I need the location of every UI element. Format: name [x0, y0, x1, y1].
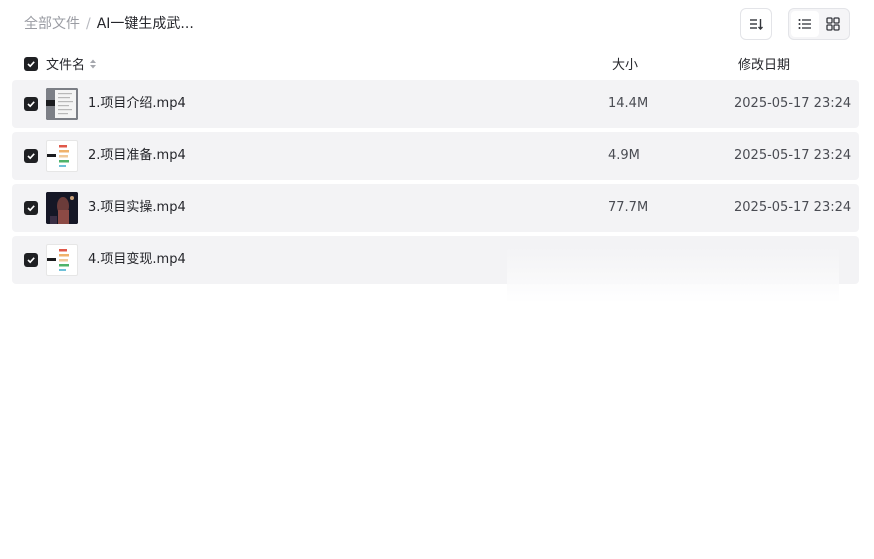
file-size: 4.9M: [608, 148, 640, 163]
view-toggle: [788, 8, 850, 40]
top-bar: 全部文件 / AI一键生成武...: [0, 0, 874, 48]
file-row[interactable]: 1.项目介绍.mp4 14.4M 2025-05-17 23:24: [12, 80, 859, 128]
check-icon: [27, 205, 35, 212]
file-row[interactable]: 3.项目实操.mp4 77.7M 2025-05-17 23:24: [12, 184, 859, 232]
column-header-size[interactable]: 大小: [612, 54, 638, 73]
check-icon: [27, 257, 35, 264]
file-date: 2025-05-17 23:24: [734, 200, 852, 215]
breadcrumb-root-link[interactable]: 全部文件: [24, 14, 80, 34]
check-icon: [27, 101, 35, 108]
row-checkbox[interactable]: [24, 253, 38, 267]
file-name[interactable]: 4.项目变现.mp4: [88, 251, 186, 269]
video-thumbnail: [46, 140, 78, 172]
file-date: 2025-05-17 23:24: [734, 96, 852, 111]
file-list-header: 文件名 大小 修改日期: [12, 52, 859, 76]
row-checkbox[interactable]: [24, 149, 38, 163]
select-all-checkbox[interactable]: [24, 57, 38, 71]
check-icon: [27, 61, 35, 68]
file-name[interactable]: 1.项目介绍.mp4: [88, 95, 186, 113]
breadcrumb-separator: /: [86, 16, 91, 32]
file-size: 14.4M: [608, 96, 649, 111]
sort-toggle-icon: [90, 59, 97, 68]
file-name[interactable]: 2.项目准备.mp4: [88, 147, 186, 165]
video-thumbnail: [46, 244, 78, 276]
grid-view-icon: [826, 17, 840, 31]
file-name[interactable]: 3.项目实操.mp4: [88, 199, 186, 217]
column-header-name[interactable]: 文件名: [46, 54, 98, 73]
video-thumbnail: [46, 192, 78, 224]
list-view-button[interactable]: [791, 11, 819, 37]
grid-view-button[interactable]: [819, 11, 847, 37]
breadcrumb: 全部文件 / AI一键生成武...: [24, 14, 194, 34]
column-header-date[interactable]: 修改日期: [738, 54, 790, 73]
breadcrumb-current-folder: AI一键生成武...: [96, 16, 194, 32]
file-size: 77.7M: [608, 200, 649, 215]
file-row[interactable]: 2.项目准备.mp4 4.9M 2025-05-17 23:24: [12, 132, 859, 180]
column-name-label: 文件名: [46, 58, 86, 73]
sort-icon: [750, 19, 763, 30]
row-checkbox[interactable]: [24, 201, 38, 215]
loading-fade-overlay: [507, 247, 839, 349]
list-view-icon: [798, 19, 811, 29]
row-checkbox[interactable]: [24, 97, 38, 111]
file-date: 2025-05-17 23:24: [734, 148, 852, 163]
check-icon: [27, 153, 35, 160]
sort-button[interactable]: [740, 8, 772, 40]
video-thumbnail: [46, 88, 78, 120]
